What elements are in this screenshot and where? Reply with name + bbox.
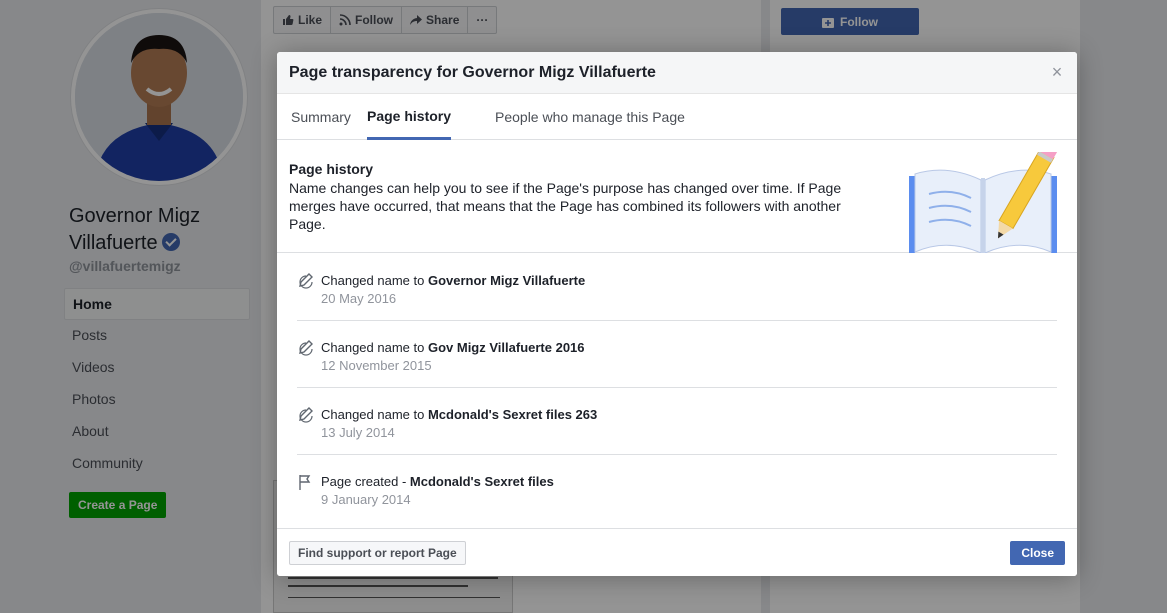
list-item: Changed name to Gov Migz Villafuerte 201… — [297, 321, 1057, 388]
pencil-icon — [299, 407, 313, 423]
tab-people-who-manage[interactable]: People who manage this Page — [493, 94, 687, 140]
history-entry-text: Page created - Mcdonald's Sexret files — [321, 474, 554, 489]
flag-icon — [299, 475, 311, 490]
history-entry-text: Changed name to Gov Migz Villafuerte 201… — [321, 340, 585, 355]
history-entry-text: Changed name to Governor Migz Villafuert… — [321, 273, 585, 288]
dialog-header: Page transparency for Governor Migz Vill… — [277, 52, 1077, 94]
history-entry-name: Mcdonald's Sexret files — [409, 474, 554, 489]
dialog-footer: Find support or report Page Close — [277, 528, 1077, 576]
close-button[interactable]: Close — [1010, 541, 1065, 565]
list-item: Page created - Mcdonald's Sexret files 9… — [297, 455, 1057, 522]
pencil-icon — [299, 273, 313, 289]
history-description: Name changes can help you to see if the … — [289, 180, 842, 232]
tab-summary[interactable]: Summary — [289, 94, 353, 140]
page-transparency-dialog: Page transparency for Governor Migz Vill… — [277, 52, 1077, 576]
history-intro: Page history Name changes can help you t… — [277, 140, 1077, 253]
list-item: Changed name to Governor Migz Villafuert… — [297, 254, 1057, 321]
list-item: Changed name to Mcdonald's Sexret files … — [297, 388, 1057, 455]
history-entry-date: 9 January 2014 — [321, 492, 411, 507]
history-entry-prefix: Changed name to — [321, 340, 428, 355]
history-heading: Page history — [289, 161, 374, 177]
history-entry-date: 13 July 2014 — [321, 425, 395, 440]
tab-page-history[interactable]: Page history — [367, 94, 452, 140]
history-entry-prefix: Changed name to — [321, 273, 428, 288]
dialog-title: Page transparency for Governor Migz Vill… — [289, 64, 656, 81]
dialog-tabs: Summary Page history People who manage t… — [277, 94, 1077, 140]
history-list: Changed name to Governor Migz Villafuert… — [297, 254, 1057, 522]
pencil-icon — [299, 340, 313, 356]
close-icon[interactable]: × — [1049, 63, 1065, 81]
history-entry-name: Governor Migz Villafuerte — [427, 273, 586, 288]
history-entry-date: 12 November 2015 — [321, 358, 432, 373]
history-entry-prefix: Changed name to — [321, 407, 428, 422]
history-entry-date: 20 May 2016 — [321, 291, 397, 306]
history-entry-prefix: Page created - — [321, 474, 410, 489]
notebook-pencil-illustration — [909, 152, 1058, 253]
history-entry-name: Mcdonald's Sexret files 263 — [427, 407, 598, 422]
history-entry-name: Gov Migz Villafuerte 2016 — [427, 340, 585, 355]
history-entry-text: Changed name to Mcdonald's Sexret files … — [321, 407, 597, 422]
find-support-report-button[interactable]: Find support or report Page — [289, 541, 466, 565]
